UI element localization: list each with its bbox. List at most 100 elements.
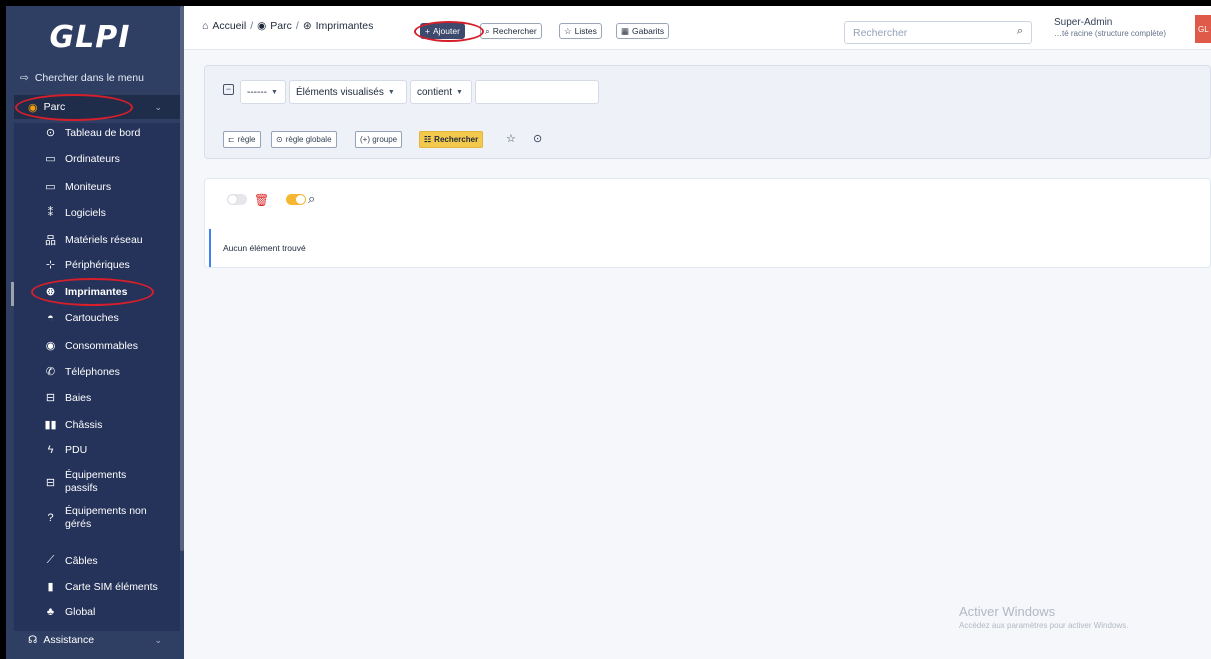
collapse-toggle[interactable]: − xyxy=(223,84,234,95)
sidebar-item-monitor[interactable]: ▭ Moniteurs xyxy=(14,180,180,194)
reset-icon[interactable]: ⊙ xyxy=(533,132,542,145)
sidebar-item-computer[interactable]: ▭ Ordinateurs xyxy=(14,152,180,166)
templates-button[interactable]: ▦ Gabarits xyxy=(616,23,670,39)
field-select[interactable]: Éléments visualisés ▼ xyxy=(289,80,407,104)
sidebar-item-cable[interactable]: ⟋ Câbles xyxy=(14,554,180,567)
sidebar-item-label: Périphériques xyxy=(65,258,130,271)
operator-select-value: contient xyxy=(417,86,453,98)
glpi-logo[interactable]: GLPI xyxy=(6,6,184,68)
headset-icon: ☊ xyxy=(28,634,38,646)
breadcrumb-current[interactable]: Imprimantes xyxy=(316,20,374,32)
sidebar-item-global[interactable]: ♣ Global xyxy=(14,606,180,618)
deleted-toggle[interactable] xyxy=(227,194,247,205)
add-global-rule-button[interactable]: ⊙ règle globale xyxy=(271,131,337,148)
sidebar-item-label: Global xyxy=(65,606,96,618)
user-name: Super-Admin xyxy=(1054,17,1113,28)
home-icon: ⌂ xyxy=(202,20,209,32)
avatar[interactable]: GL xyxy=(1195,15,1211,43)
empty-results-message: Aucun élément trouvé xyxy=(209,229,306,267)
software-icon: ⁑ xyxy=(47,207,54,219)
sidebar-item-pdu[interactable]: ϟ PDU xyxy=(14,444,180,456)
search-icon[interactable]: ⌕ xyxy=(308,191,315,207)
watermark-subtitle: Accédez aux paramètres pour activer Wind… xyxy=(959,621,1129,630)
watermark-title: Activer Windows xyxy=(959,604,1056,619)
breadcrumb-separator: / xyxy=(250,20,254,32)
sidebar-item-label: Imprimantes xyxy=(65,285,128,298)
sidebar-item-dashboard[interactable]: ⊙ Tableau de bord xyxy=(14,126,180,140)
criteria-value-input[interactable] xyxy=(475,80,599,104)
add-button[interactable]: + Ajouter xyxy=(420,23,465,39)
global-rule-icon: ⊙ xyxy=(276,135,283,144)
sidebar-section-label: Assistance xyxy=(43,634,95,646)
phone-icon: ✆ xyxy=(45,366,56,378)
global-search-input[interactable]: Rechercher ⌕ xyxy=(844,21,1032,44)
pdu-icon: ϟ xyxy=(47,444,54,456)
search-criteria-panel: − ------ ▼ Éléments visualisés ▼ contien… xyxy=(204,65,1211,159)
sidebar-item-sim[interactable]: ▮ Carte SIM éléments xyxy=(14,580,180,594)
run-search-label: Rechercher xyxy=(434,135,479,144)
sidebar-item-label: Tableau de bord xyxy=(65,126,141,139)
sidebar-item-label: PDU xyxy=(65,444,88,456)
menu-search[interactable]: ⇨ Chercher dans le menu xyxy=(20,72,144,84)
link-select[interactable]: ------ ▼ xyxy=(240,80,286,104)
sidebar: GLPI ⇨ Chercher dans le menu ◉ Parc ⌄ ⊙ T… xyxy=(6,6,184,659)
add-rule-button[interactable]: ⊏ règle xyxy=(223,131,261,148)
sidebar-item-software[interactable]: ⁑ Logiciels xyxy=(14,206,180,220)
results-panel: 🗑 ⌕ Aucun élément trouvé xyxy=(204,178,1211,268)
sidebar-item-passive[interactable]: ⊟ Équipements passifs xyxy=(14,469,180,495)
sidebar-item-rack[interactable]: ⊟ Baies xyxy=(14,391,180,405)
cable-icon: ⟋ xyxy=(46,554,55,566)
sidebar-scrollbar[interactable] xyxy=(180,6,184,551)
sidebar-item-label: Équipements non gérés xyxy=(65,505,147,530)
parc-icon: ◉ xyxy=(28,101,38,114)
breadcrumb-parc[interactable]: Parc xyxy=(270,20,292,32)
glpi-window: GLPI ⇨ Chercher dans le menu ◉ Parc ⌄ ⊙ T… xyxy=(6,6,1211,659)
lists-button[interactable]: ☆ Listes xyxy=(559,23,602,39)
sidebar-item-chassis[interactable]: ▮▮ Châssis xyxy=(14,418,180,432)
computer-icon: ▭ xyxy=(45,153,56,165)
search-button-label: Rechercher xyxy=(492,26,537,36)
sidebar-item-label: Carte SIM éléments xyxy=(65,580,158,593)
sidebar-item-network[interactable]: 品 Matériels réseau xyxy=(14,232,180,248)
add-group-label: (+) groupe xyxy=(360,135,398,144)
sidebar-item-label: Câbles xyxy=(65,554,98,567)
save-search-star-icon[interactable]: ☆ xyxy=(506,132,516,145)
user-entity: …té racine (structure complète) xyxy=(1054,29,1167,38)
lists-button-label: Listes xyxy=(574,26,597,36)
trash-icon[interactable]: 🗑 xyxy=(254,193,269,207)
monitor-icon: ▭ xyxy=(45,181,56,193)
toggle-knob xyxy=(228,195,237,204)
sidebar-item-cartridge[interactable]: ◓ Cartouches xyxy=(14,312,180,324)
chassis-icon: ▮▮ xyxy=(44,419,57,431)
caret-down-icon: ▼ xyxy=(456,88,463,96)
search-icon[interactable]: ⌕ xyxy=(1017,25,1023,38)
field-select-value: Éléments visualisés xyxy=(296,86,384,98)
sidebar-section-parc[interactable]: ◉ Parc ⌄ xyxy=(14,95,180,119)
sidebar-item-unmanaged[interactable]: ? Équipements non gérés xyxy=(14,505,180,531)
passive-icon: ⊟ xyxy=(45,476,56,489)
add-group-button[interactable]: (+) groupe xyxy=(355,131,403,148)
caret-down-icon: ▼ xyxy=(387,88,395,96)
sidebar-item-peripheral[interactable]: ⊹ Périphériques xyxy=(14,258,180,272)
breadcrumb-separator: / xyxy=(295,20,299,32)
sidebar-item-label: Moniteurs xyxy=(65,180,112,193)
sidebar-item-label: Consommables xyxy=(65,339,138,352)
breadcrumb-home[interactable]: Accueil xyxy=(212,20,246,32)
sidebar-item-label: Ordinateurs xyxy=(65,152,120,165)
printer-icon: ⊛ xyxy=(302,20,312,32)
run-search-button[interactable]: ☷ Rechercher xyxy=(419,131,484,148)
sidebar-item-phone[interactable]: ✆ Téléphones xyxy=(14,365,180,379)
user-menu[interactable]: Super-Admin …té racine (structure complè… xyxy=(1054,17,1166,39)
printer-icon: ⊛ xyxy=(45,286,56,298)
sidebar-item-printer[interactable]: ⊛ Imprimantes xyxy=(14,285,180,299)
operator-select[interactable]: contient ▼ xyxy=(410,80,472,104)
sidebar-item-label: Matériels réseau xyxy=(65,234,143,246)
chevron-down-icon: ⌄ xyxy=(154,101,162,112)
sidebar-section-assistance[interactable]: ☊ Assistance ⌄ xyxy=(14,628,180,652)
sidebar-item-consumable[interactable]: ◉ Consommables xyxy=(14,339,180,353)
search-toggle[interactable] xyxy=(286,194,306,205)
search-button[interactable]: ⌕ Rechercher xyxy=(480,23,542,39)
network-icon: 品 xyxy=(45,235,56,247)
peripheral-icon: ⊹ xyxy=(45,259,56,271)
global-search-placeholder: Rechercher xyxy=(853,26,908,39)
